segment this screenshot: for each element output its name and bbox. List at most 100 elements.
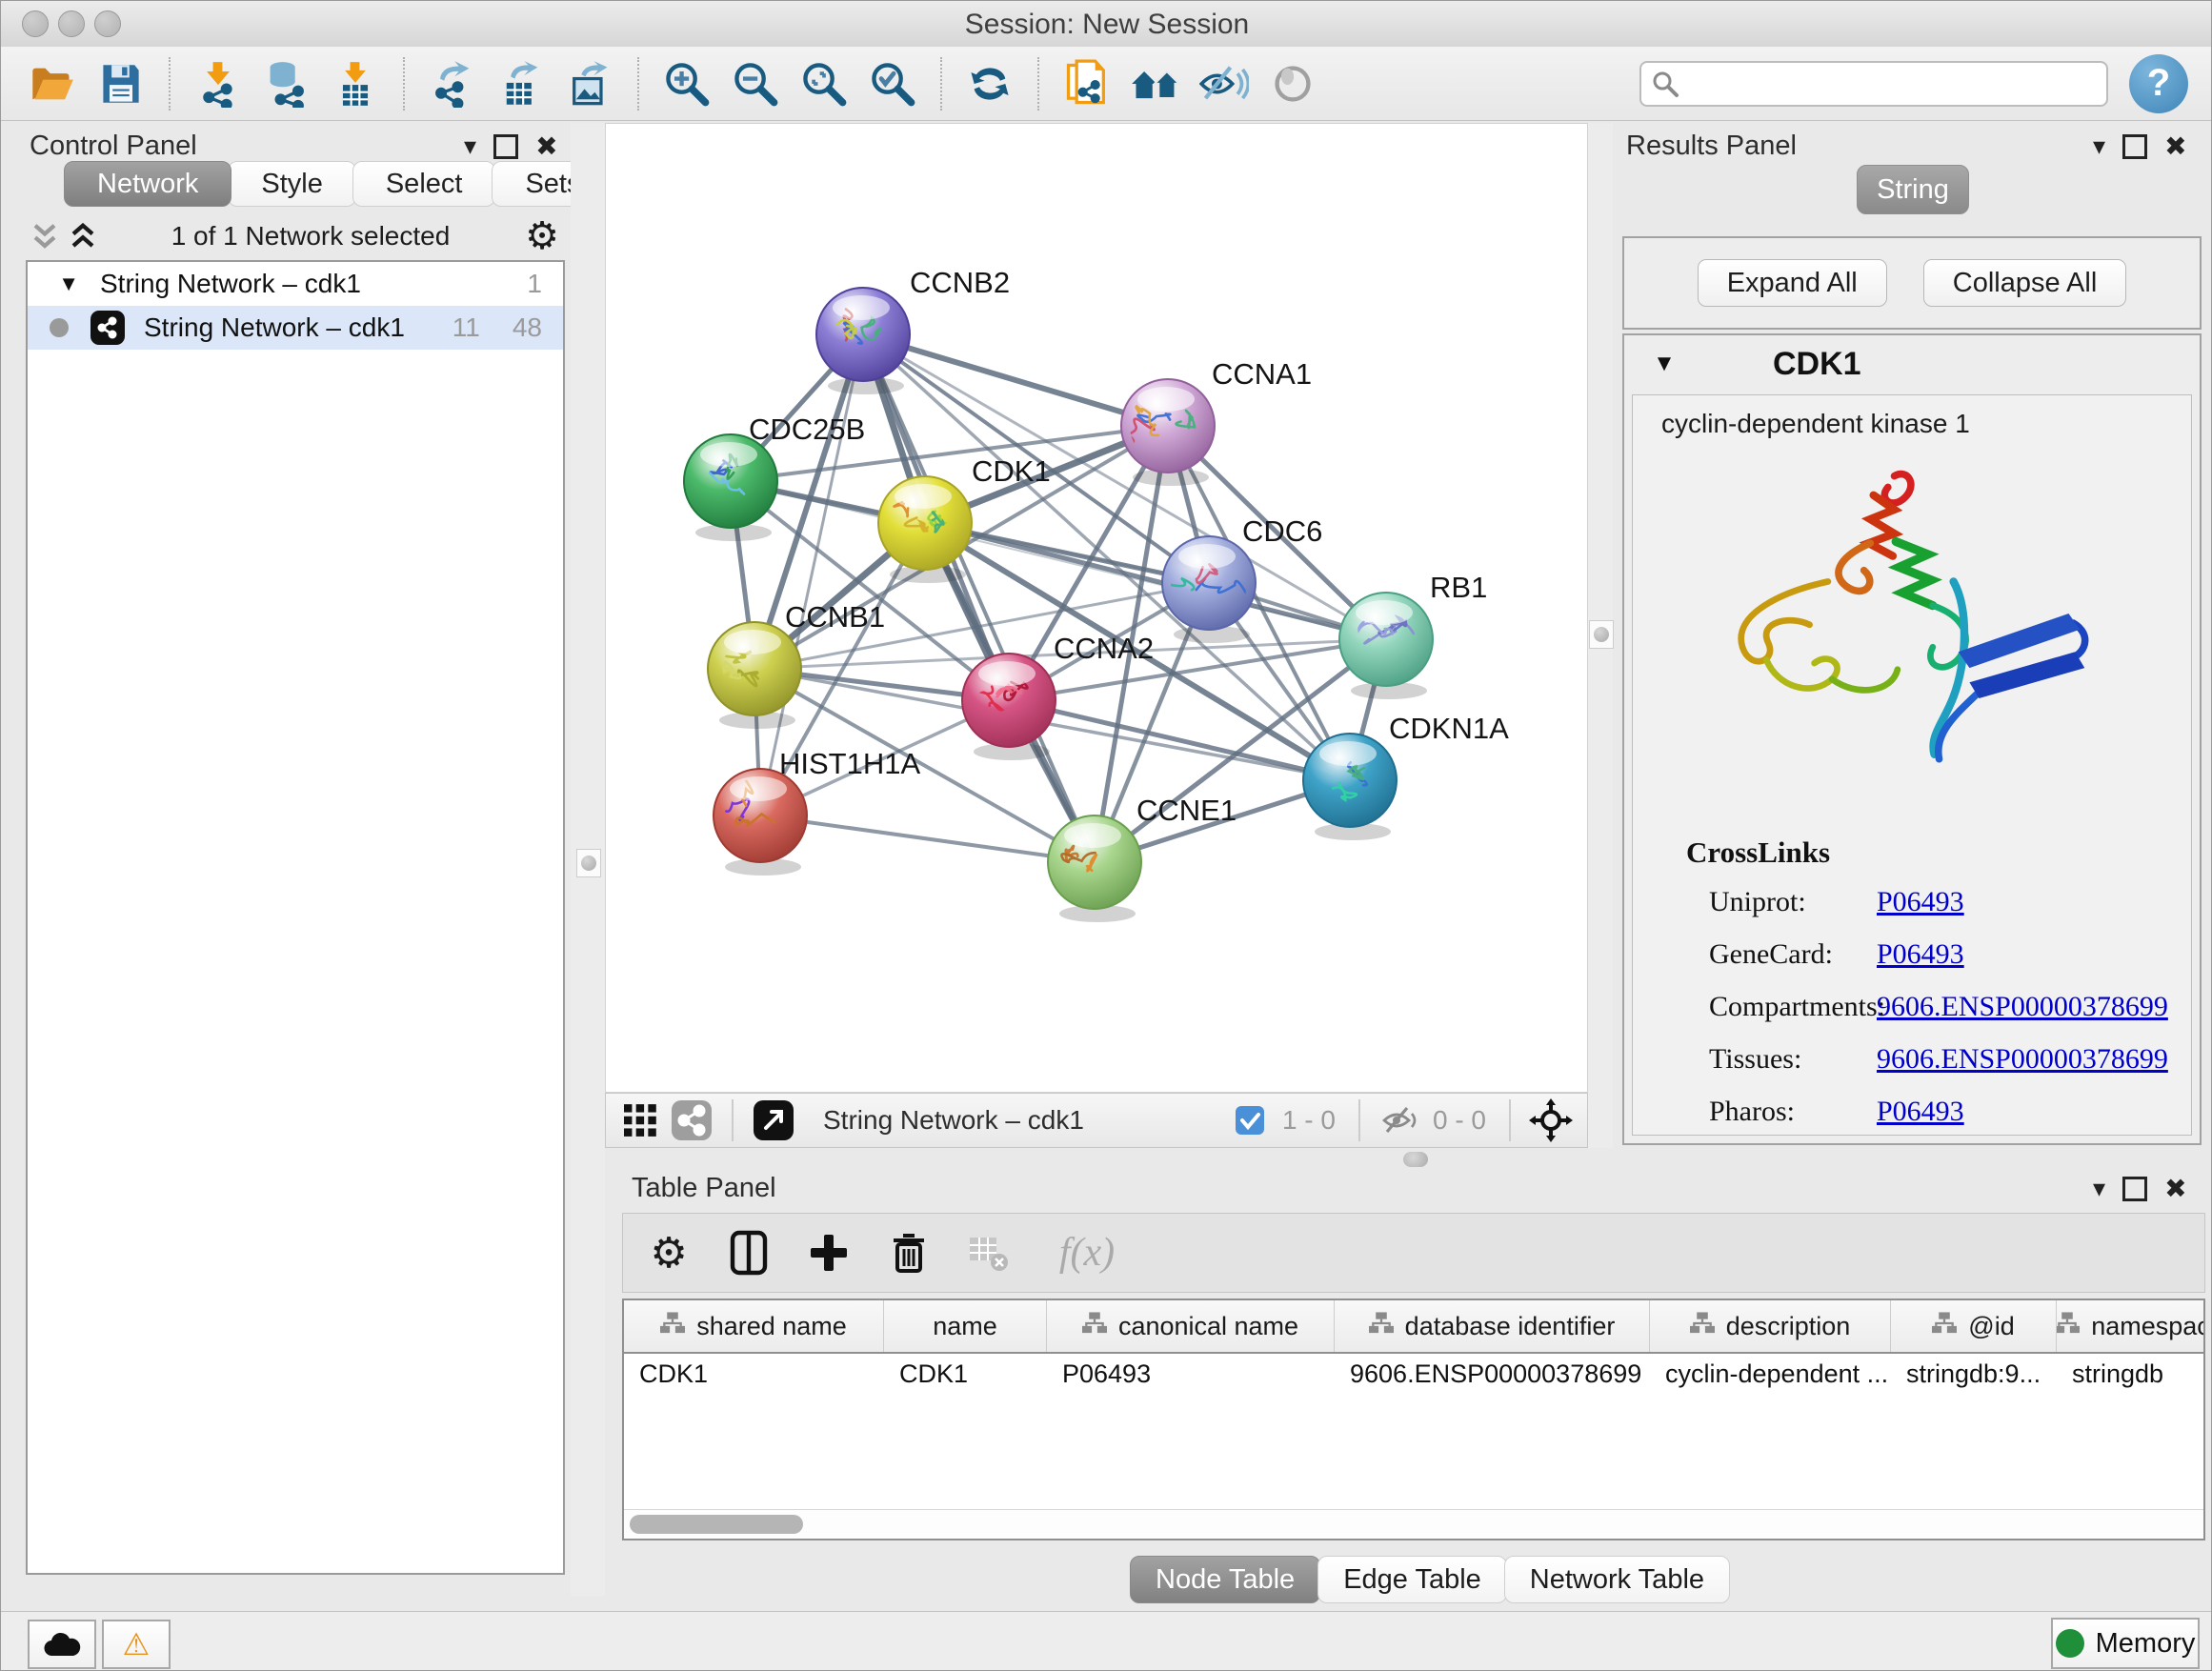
column-header-description[interactable]: description [1650, 1300, 1891, 1352]
home-networks-icon[interactable] [1128, 53, 1183, 114]
float-panel-icon[interactable] [2122, 134, 2147, 159]
zoom-selected-icon[interactable] [865, 53, 920, 114]
tab-node-table[interactable]: Node Table [1130, 1556, 1320, 1603]
expand-all-button[interactable]: Expand All [1698, 259, 1887, 307]
show-graphics-details-icon[interactable] [1265, 53, 1320, 114]
column-header-database-identifier[interactable]: database identifier [1335, 1300, 1650, 1352]
network-row-selected[interactable]: String Network – cdk1 11 48 [28, 306, 563, 350]
node-label-ccne1[interactable]: CCNE1 [1136, 794, 1237, 827]
close-panel-icon[interactable]: ✖ [535, 131, 557, 162]
show-columns-icon[interactable] [724, 1226, 774, 1279]
fit-selected-crosshair-icon[interactable] [1526, 1094, 1576, 1147]
import-network-from-database-icon[interactable] [259, 53, 314, 114]
node-table[interactable]: shared namenamecanonical namedatabase id… [622, 1299, 2205, 1540]
splitter-collapse-handle[interactable] [1589, 620, 1614, 649]
help-icon[interactable]: ? [2129, 54, 2188, 113]
selected-checkbox-icon[interactable] [1225, 1094, 1275, 1147]
table-row[interactable]: CDK1CDK1P064939606.ENSP00000378699cyclin… [624, 1354, 2203, 1394]
memory-button[interactable]: Memory [2051, 1618, 2200, 1669]
column-label: namespac [2091, 1312, 2205, 1341]
hidden-eye-icon[interactable] [1376, 1094, 1425, 1147]
scrollbar-thumb[interactable] [630, 1515, 803, 1534]
collapse-all-button[interactable]: Collapse All [1923, 259, 2127, 307]
node-label-cdk1[interactable]: CDK1 [972, 454, 1051, 488]
node-label-cdc25b[interactable]: CDC25B [749, 413, 865, 446]
cell[interactable]: CDK1 [624, 1359, 884, 1389]
results-tab-string[interactable]: String [1857, 165, 1969, 214]
column-header-canonical-name[interactable]: canonical name [1047, 1300, 1335, 1352]
cell[interactable]: 9606.ENSP00000378699 [1335, 1359, 1650, 1389]
gene-section-header[interactable]: ▼ CDK1 [1624, 335, 2200, 393]
collapse-all-networks-icon[interactable] [26, 210, 64, 263]
tab-network-table[interactable]: Network Table [1504, 1556, 1730, 1603]
copy-style-document-icon[interactable] [1059, 53, 1115, 114]
crosslink-link[interactable]: 9606.ENSP00000378699 [1877, 991, 2168, 1023]
node-label-cdc6[interactable]: CDC6 [1242, 514, 1322, 548]
cloud-status-button[interactable] [28, 1620, 96, 1669]
zoom-in-icon[interactable] [659, 53, 714, 114]
tree-expand-caret-icon[interactable]: ▼ [28, 272, 79, 296]
column-header--id[interactable]: @id [1891, 1300, 2057, 1352]
delete-column-trash-icon[interactable] [884, 1226, 934, 1279]
table-options-gear-icon[interactable]: ⚙ [644, 1226, 694, 1279]
cell[interactable]: P06493 [1047, 1359, 1335, 1389]
control-panel-tabs: NetworkStyleSelectSets [64, 161, 610, 207]
zoom-fit-icon[interactable] [796, 53, 852, 114]
crosslink-link[interactable]: P06493 [1877, 938, 1964, 971]
column-header-shared-name[interactable]: shared name [624, 1300, 884, 1352]
section-collapse-caret-icon[interactable]: ▼ [1624, 351, 1704, 377]
network-canvas[interactable]: CCNB2 CCNA1 CDC25B CDK1 CDC6 RB1 CCNB1 CCNA2 CDK… [605, 123, 1588, 1093]
cell[interactable]: stringdb [2057, 1359, 2205, 1389]
table-splitter-handle[interactable] [1403, 1152, 1428, 1167]
panel-menu-caret-icon[interactable]: ▾ [2093, 131, 2105, 161]
crosslink-label: Uniprot: [1633, 886, 1877, 918]
float-panel-icon[interactable] [2122, 1177, 2147, 1201]
node-label-ccna1[interactable]: CCNA1 [1212, 357, 1312, 391]
tab-network[interactable]: Network [64, 161, 231, 207]
crosslink-link[interactable]: P06493 [1877, 886, 1964, 918]
column-header-name[interactable]: name [884, 1300, 1047, 1352]
import-table-icon[interactable] [328, 53, 383, 114]
node-label-hist1h1a[interactable]: HIST1H1A [779, 747, 920, 780]
cell[interactable]: stringdb:9... [1891, 1359, 2057, 1389]
open-session-icon[interactable] [25, 53, 80, 114]
network-tree: ▼ String Network – cdk1 1 String Network… [26, 260, 565, 1575]
node-label-ccnb2[interactable]: CCNB2 [910, 266, 1010, 299]
save-session-icon[interactable] [93, 53, 149, 114]
export-table-icon[interactable] [493, 53, 549, 114]
crosslink-link[interactable]: 9606.ENSP00000378699 [1877, 1043, 2168, 1076]
column-header-namespac[interactable]: namespac [2057, 1300, 2205, 1352]
network-graph[interactable]: CCNB2 CCNA1 CDC25B CDK1 CDC6 RB1 CCNB1 CCNA2 CDK… [606, 124, 1587, 1092]
node-label-rb1[interactable]: RB1 [1430, 571, 1487, 604]
panel-menu-caret-icon[interactable]: ▾ [464, 131, 476, 161]
tab-edge-table[interactable]: Edge Table [1317, 1556, 1507, 1603]
network-collection-row[interactable]: ▼ String Network – cdk1 1 [28, 262, 563, 306]
node-label-ccna2[interactable]: CCNA2 [1054, 632, 1154, 665]
create-column-plus-icon[interactable] [804, 1226, 854, 1279]
hide-annotations-eye-icon[interactable] [1196, 53, 1252, 114]
export-network-icon[interactable] [425, 53, 480, 114]
zoom-out-icon[interactable] [728, 53, 783, 114]
tab-style[interactable]: Style [228, 161, 355, 207]
tab-select[interactable]: Select [352, 161, 496, 207]
import-network-icon[interactable] [191, 53, 246, 114]
crosslink-link[interactable]: P06493 [1877, 1096, 1964, 1128]
close-panel-icon[interactable]: ✖ [2164, 131, 2186, 162]
birds-eye-grid-icon[interactable] [617, 1094, 667, 1147]
cell[interactable]: CDK1 [884, 1359, 1047, 1389]
search-input[interactable] [1679, 68, 2097, 99]
cell[interactable]: cyclin-dependent ... [1650, 1359, 1891, 1389]
refresh-icon[interactable] [962, 53, 1017, 114]
expand-all-networks-icon[interactable] [64, 210, 102, 263]
close-panel-icon[interactable]: ✖ [2164, 1173, 2186, 1204]
open-in-window-icon[interactable] [749, 1094, 798, 1147]
node-label-ccnb1[interactable]: CCNB1 [785, 600, 885, 634]
network-options-gear-icon[interactable]: ⚙ [519, 210, 565, 263]
export-image-icon[interactable] [562, 53, 617, 114]
splitter-collapse-handle[interactable] [576, 849, 601, 877]
panel-menu-caret-icon[interactable]: ▾ [2093, 1174, 2105, 1203]
table-horizontal-scrollbar[interactable] [624, 1509, 2203, 1539]
float-panel-icon[interactable] [493, 134, 518, 159]
warning-status-button[interactable]: ⚠ [102, 1620, 171, 1669]
node-label-cdkn1a[interactable]: CDKN1A [1389, 712, 1509, 745]
